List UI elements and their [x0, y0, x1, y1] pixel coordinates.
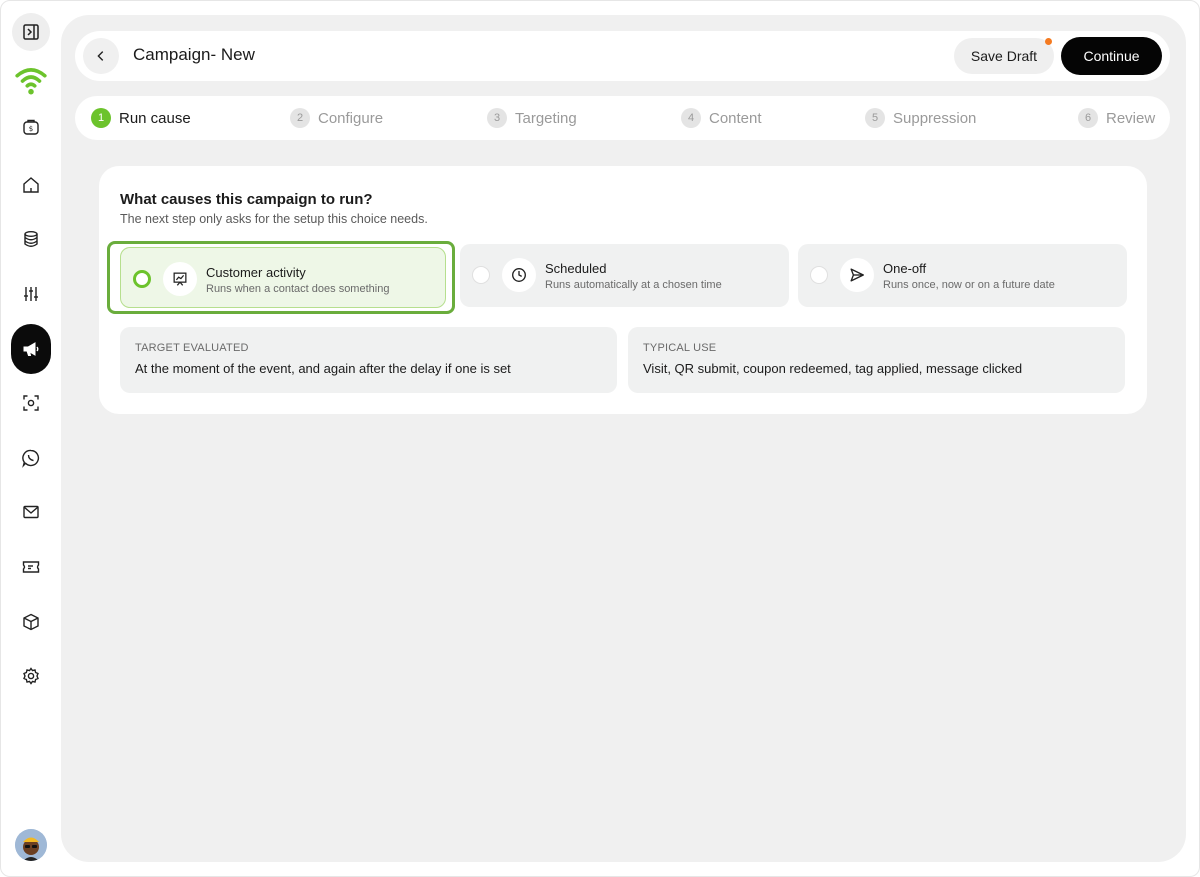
radio-button[interactable] [810, 266, 828, 284]
step-configure[interactable]: 2 Configure [290, 108, 383, 128]
top-bar: Campaign- New Save Draft Continue [75, 31, 1170, 81]
step-number: 1 [91, 108, 111, 128]
option-description: Runs when a contact does something [206, 283, 390, 295]
option-title: Scheduled [545, 261, 607, 276]
target-evaluated-panel: TARGET EVALUATED At the moment of the ev… [120, 327, 617, 393]
scan-icon[interactable] [11, 383, 51, 423]
whatsapp-icon[interactable] [11, 438, 51, 478]
avatar[interactable] [15, 829, 47, 861]
info-value: At the moment of the event, and again af… [135, 361, 511, 376]
step-number: 5 [865, 108, 885, 128]
option-one-off[interactable]: One-off Runs once, now or on a future da… [798, 244, 1127, 307]
option-title: One-off [883, 261, 927, 276]
mail-icon[interactable] [11, 492, 51, 532]
option-description: Runs once, now or on a future date [883, 279, 1055, 291]
step-label: Targeting [515, 109, 577, 127]
back-button[interactable] [83, 38, 119, 74]
sidebar: $ [0, 0, 62, 877]
database-icon[interactable] [11, 219, 51, 259]
main-panel: Campaign- New Save Draft Continue 1 Run … [61, 15, 1186, 862]
info-label: TARGET EVALUATED [135, 342, 249, 354]
option-customer-activity[interactable]: Customer activity Runs when a contact do… [120, 247, 446, 308]
info-value: Visit, QR submit, coupon redeemed, tag a… [643, 361, 1023, 376]
box-icon[interactable] [11, 602, 51, 642]
option-scheduled[interactable]: Scheduled Runs automatically at a chosen… [460, 244, 789, 307]
step-label: Review [1106, 109, 1156, 127]
option-title: Customer activity [206, 265, 306, 280]
wifi-logo-icon[interactable] [11, 60, 51, 100]
step-content[interactable]: 4 Content [681, 108, 762, 128]
run-cause-card: What causes this campaign to run? The ne… [99, 166, 1147, 414]
question-title: What causes this campaign to run? [120, 191, 373, 208]
ticket-icon[interactable] [11, 547, 51, 587]
step-number: 2 [290, 108, 310, 128]
step-label: Suppression [893, 109, 977, 127]
stepper: 1 Run cause 2 Configure 3 Targeting 4 Co… [75, 96, 1170, 140]
step-number: 6 [1078, 108, 1098, 128]
step-review[interactable]: 6 Review [1078, 108, 1155, 128]
step-number: 4 [681, 108, 701, 128]
typical-use-panel: TYPICAL USE Visit, QR submit, coupon red… [628, 327, 1125, 393]
megaphone-icon[interactable] [11, 324, 51, 374]
activity-chart-icon [163, 262, 197, 296]
home-icon[interactable] [11, 165, 51, 205]
send-icon [840, 258, 874, 292]
chevron-left-icon [97, 51, 104, 61]
step-run-cause[interactable]: 1 Run cause [91, 108, 191, 128]
clock-icon [502, 258, 536, 292]
radio-button[interactable] [133, 270, 151, 288]
save-draft-button[interactable]: Save Draft [954, 38, 1054, 74]
option-description: Runs automatically at a chosen time [545, 279, 722, 291]
step-number: 3 [487, 108, 507, 128]
step-label: Content [709, 109, 762, 127]
svg-text:$: $ [29, 125, 33, 133]
info-label: TYPICAL USE [643, 342, 717, 354]
gear-icon[interactable] [11, 656, 51, 696]
step-targeting[interactable]: 3 Targeting [487, 108, 577, 128]
sidebar-toggle-icon[interactable] [12, 13, 50, 51]
step-suppression[interactable]: 5 Suppression [865, 108, 976, 128]
page-title: Campaign- New [133, 45, 255, 64]
sliders-icon[interactable] [11, 274, 51, 314]
unsaved-indicator-dot [1045, 38, 1052, 45]
continue-button[interactable]: Continue [1061, 37, 1162, 75]
question-subtitle: The next step only asks for the setup th… [120, 212, 428, 226]
step-label: Configure [318, 109, 384, 127]
radio-button[interactable] [472, 266, 490, 284]
wallet-icon[interactable]: $ [11, 107, 51, 147]
step-label: Run cause [119, 109, 191, 127]
